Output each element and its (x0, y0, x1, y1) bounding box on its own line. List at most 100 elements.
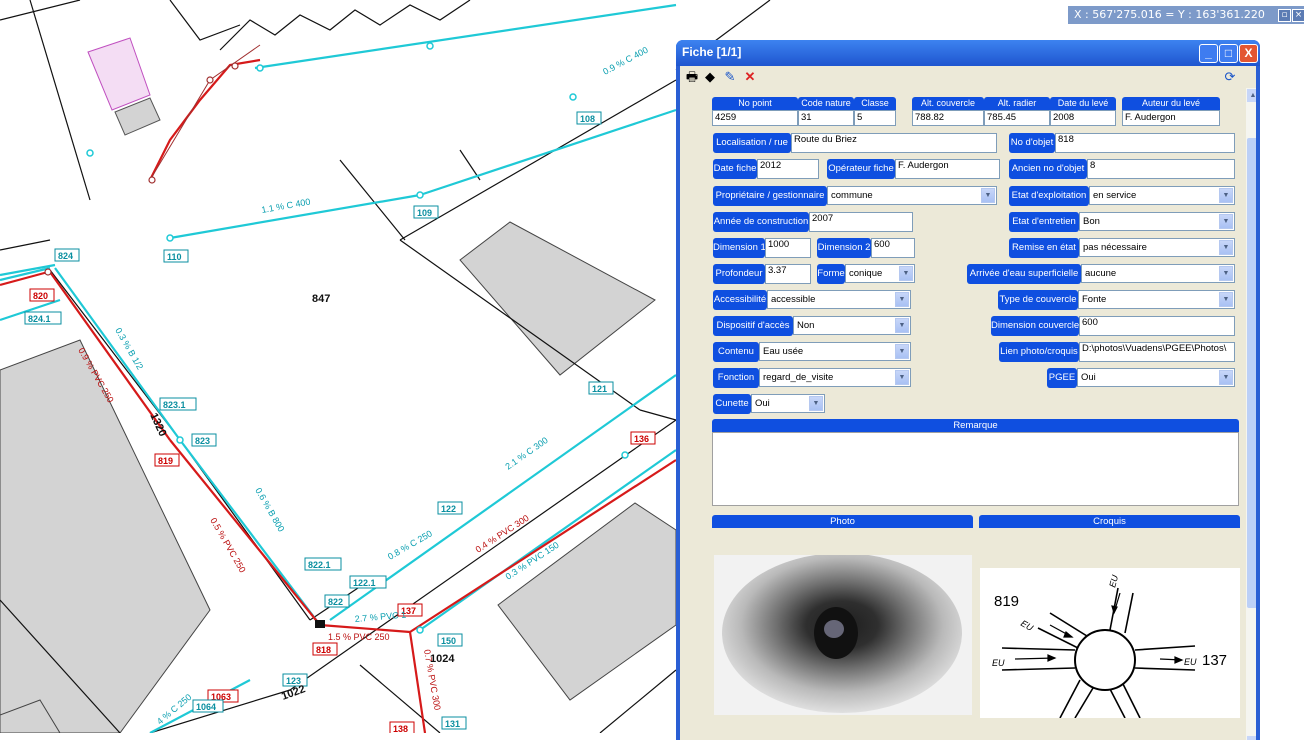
node-label: 138 (393, 724, 408, 733)
chevron-down-icon[interactable]: ▼ (1219, 266, 1233, 281)
croquis-eu-label: EU (1107, 573, 1120, 588)
manhole-photo[interactable] (714, 555, 972, 715)
croquis-eu-label: EU (1184, 657, 1197, 667)
node-label: 819 (158, 456, 173, 466)
fonction-select[interactable]: regard_de_visite ▼ (759, 368, 911, 387)
node-label: 1064 (196, 702, 216, 712)
svg-text:847: 847 (312, 293, 330, 305)
annee-construction-field[interactable]: 2007 (809, 212, 913, 232)
dimension-couvercle-field[interactable]: 600 (1079, 316, 1235, 336)
arrivee-eau-select[interactable]: aucune ▼ (1081, 264, 1235, 283)
node-label: 136 (634, 434, 649, 444)
localisation-label: Localisation / rue (713, 133, 791, 153)
maximize-button[interactable]: □ (1219, 44, 1238, 63)
node-label: 824 (58, 251, 73, 261)
chevron-down-icon[interactable]: ▼ (895, 318, 909, 333)
node-label: 108 (580, 114, 595, 124)
dispositif-acces-select[interactable]: Non ▼ (793, 316, 911, 335)
layers-icon[interactable]: ◆ (702, 69, 718, 85)
fonction-label: Fonction (713, 368, 759, 388)
date-fiche-label: Date fiche (713, 159, 757, 179)
cunette-select[interactable]: Oui ▼ (751, 394, 825, 413)
classe-field[interactable]: 5 (854, 110, 896, 126)
ancien-no-objet-field[interactable]: 8 (1087, 159, 1235, 179)
scroll-thumb[interactable] (1247, 138, 1256, 608)
refresh-icon[interactable]: ⟳ (1222, 69, 1238, 85)
alt-radier-label: Alt. radier (984, 97, 1050, 110)
node-label: 121 (592, 384, 607, 394)
contenu-value: Eau usée (763, 346, 804, 357)
lien-photo-field[interactable]: D:\photos\Vuadens\PGEE\Photos\ (1079, 342, 1235, 362)
chevron-down-icon[interactable]: ▼ (895, 370, 909, 385)
no-objet-field[interactable]: 818 (1055, 133, 1235, 153)
chevron-down-icon[interactable]: ▼ (809, 396, 823, 411)
alt-couvercle-field[interactable]: 788.82 (912, 110, 984, 126)
pipe-label: 0.9 % C 400 (601, 45, 649, 77)
close-icon[interactable]: × (1292, 9, 1304, 22)
chevron-down-icon[interactable]: ▼ (1219, 292, 1233, 307)
dimension2-label: Dimension 2 (817, 238, 871, 258)
localisation-field[interactable]: Route du Briez (791, 133, 997, 153)
alt-radier-field[interactable]: 785.45 (984, 110, 1050, 126)
pgee-select[interactable]: Oui ▼ (1077, 368, 1235, 387)
print-icon[interactable]: 🖶 (684, 69, 700, 85)
delete-icon[interactable]: ✕ (742, 69, 758, 85)
type-couvercle-select[interactable]: Fonte ▼ (1078, 290, 1235, 309)
forme-value: conique (849, 268, 883, 279)
chevron-down-icon[interactable]: ▼ (895, 292, 909, 307)
operateur-fiche-field[interactable]: F. Audergon (895, 159, 1000, 179)
auteur-leve-label: Auteur du levé (1122, 97, 1220, 110)
profondeur-field[interactable]: 3.37 (765, 264, 811, 284)
chevron-down-icon[interactable]: ▼ (1219, 188, 1233, 203)
edit-icon[interactable]: ✎ (722, 69, 738, 85)
ancien-no-objet-label: Ancien no d'objet (1009, 159, 1087, 179)
pgee-value: Oui (1081, 372, 1096, 383)
etat-entretien-select[interactable]: Bon ▼ (1079, 212, 1235, 231)
code-nature-field[interactable]: 31 (798, 110, 854, 126)
node-label: 824.1 (28, 314, 51, 324)
node-label: 122 (441, 504, 456, 514)
dimension2-field[interactable]: 600 (871, 238, 915, 258)
proprietaire-label: Propriétaire / gestionnaire (713, 186, 827, 206)
accessibilite-value: accessible (771, 294, 816, 305)
auteur-leve-field[interactable]: F. Audergon (1122, 110, 1220, 126)
date-fiche-field[interactable]: 2012 (757, 159, 819, 179)
window-titlebar[interactable]: Fiche [1/1] _ □ X (676, 40, 1260, 66)
contenu-select[interactable]: Eau usée ▼ (759, 342, 911, 361)
etat-exploitation-select[interactable]: en service ▼ (1089, 186, 1235, 205)
no-point-label: No point (712, 97, 798, 110)
chevron-down-icon[interactable]: ▼ (1219, 214, 1233, 229)
manhole-marker[interactable] (315, 620, 325, 628)
no-point-field[interactable]: 4259 (712, 110, 798, 126)
fonction-value: regard_de_visite (763, 372, 834, 383)
dimension-couvercle-label: Dimension couvercle (991, 316, 1079, 336)
chevron-down-icon[interactable]: ▼ (1219, 370, 1233, 385)
date-leve-field[interactable]: 2008 (1050, 110, 1116, 126)
proprietaire-select[interactable]: commune ▼ (827, 186, 997, 205)
node-label: 823 (195, 436, 210, 446)
chevron-down-icon[interactable]: ▼ (895, 344, 909, 359)
type-couvercle-value: Fonte (1082, 294, 1107, 305)
pipe-label: 2.7 % PVC 1 (354, 610, 406, 624)
chevron-down-icon[interactable]: ▼ (1219, 240, 1233, 255)
fiche-window: Fiche [1/1] _ □ X 🖶 ◆ ✎ ✕ ⟳ No point Cod… (676, 40, 1260, 740)
remise-etat-select[interactable]: pas nécessaire ▼ (1079, 238, 1235, 257)
node-label: 109 (417, 208, 432, 218)
dimension1-field[interactable]: 1000 (765, 238, 811, 258)
chevron-down-icon[interactable]: ▼ (899, 266, 913, 281)
operateur-fiche-label: Opérateur fiche (827, 159, 895, 179)
node-label: 131 (445, 719, 460, 729)
close-button[interactable]: X (1239, 44, 1258, 63)
croquis-sketch[interactable]: 819 137 EU EU EU EU (980, 568, 1240, 718)
restore-icon[interactable]: ▫ (1278, 9, 1291, 22)
accessibilite-select[interactable]: accessible ▼ (767, 290, 911, 309)
scroll-up-icon[interactable]: ▲ (1247, 89, 1256, 102)
chevron-down-icon[interactable]: ▼ (981, 188, 995, 203)
scroll-down-icon[interactable]: ▼ (1247, 736, 1256, 740)
remarque-textarea[interactable] (712, 432, 1239, 506)
dispositif-acces-value: Non (797, 320, 815, 331)
forme-select[interactable]: conique ▼ (845, 264, 915, 283)
minimize-button[interactable]: _ (1199, 44, 1218, 63)
building-hatched (87, 37, 151, 111)
vertical-scrollbar[interactable]: ▲ ▼ (1246, 88, 1256, 740)
